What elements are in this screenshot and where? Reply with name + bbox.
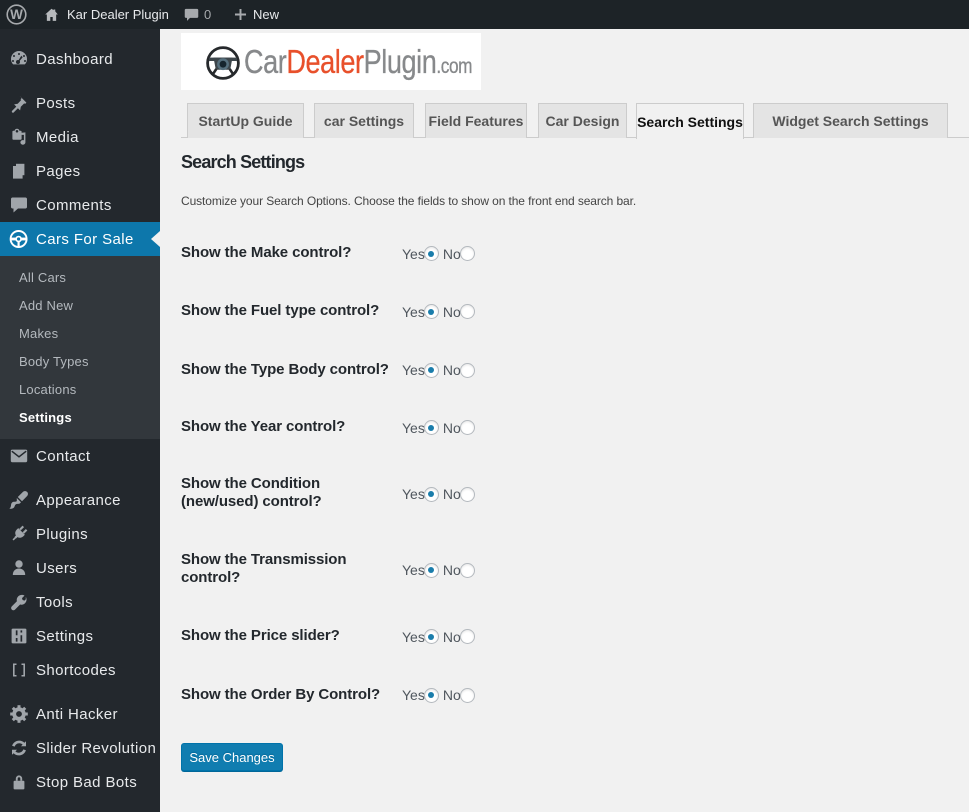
svg-text:W: W (10, 7, 23, 22)
